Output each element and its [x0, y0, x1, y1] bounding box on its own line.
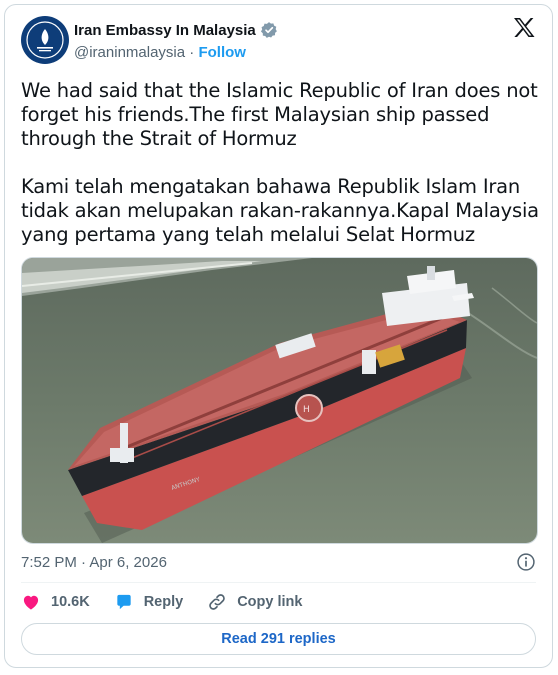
copy-link-button[interactable]: Copy link [207, 592, 302, 612]
read-replies-label: Read 291 replies [221, 631, 336, 647]
oil-tanker-photo: H ANTHONY [22, 258, 537, 543]
reply-bubble-icon [117, 594, 131, 610]
author-handle[interactable]: @iraninmalaysia [74, 44, 185, 61]
reply-button[interactable]: Reply [114, 592, 184, 612]
author-handle-row: @iraninmalaysia · Follow [74, 44, 246, 61]
author-name-row: Iran Embassy In Malaysia [74, 21, 278, 39]
tweet-timestamp[interactable]: 7:52 PM · Apr 6, 2026 [21, 554, 167, 571]
like-button[interactable]: 10.6K [21, 592, 90, 612]
svg-text:H: H [303, 405, 310, 415]
divider [21, 582, 536, 583]
copy-link-label: Copy link [237, 594, 303, 610]
follow-button[interactable]: Follow [198, 44, 246, 61]
x-logo-icon[interactable] [513, 17, 536, 43]
tweet-media[interactable]: H ANTHONY [21, 257, 538, 544]
embassy-emblem-icon [26, 21, 64, 59]
read-replies-button[interactable]: Read 291 replies [21, 623, 536, 655]
avatar[interactable] [21, 16, 69, 64]
info-icon[interactable] [516, 552, 536, 577]
heart-icon [23, 595, 39, 610]
verified-badge-icon [260, 22, 277, 38]
tweet-text: We had said that the Islamic Republic of… [21, 79, 539, 246]
reply-label: Reply [143, 594, 184, 610]
tweet-card: Iran Embassy In Malaysia @iraninmalaysia… [4, 4, 553, 668]
action-bar: 10.6K Reply Copy link [21, 592, 326, 612]
link-icon [209, 594, 225, 610]
handle-separator: · [189, 44, 195, 61]
author-name[interactable]: Iran Embassy In Malaysia [74, 22, 256, 39]
like-count: 10.6K [51, 594, 90, 610]
